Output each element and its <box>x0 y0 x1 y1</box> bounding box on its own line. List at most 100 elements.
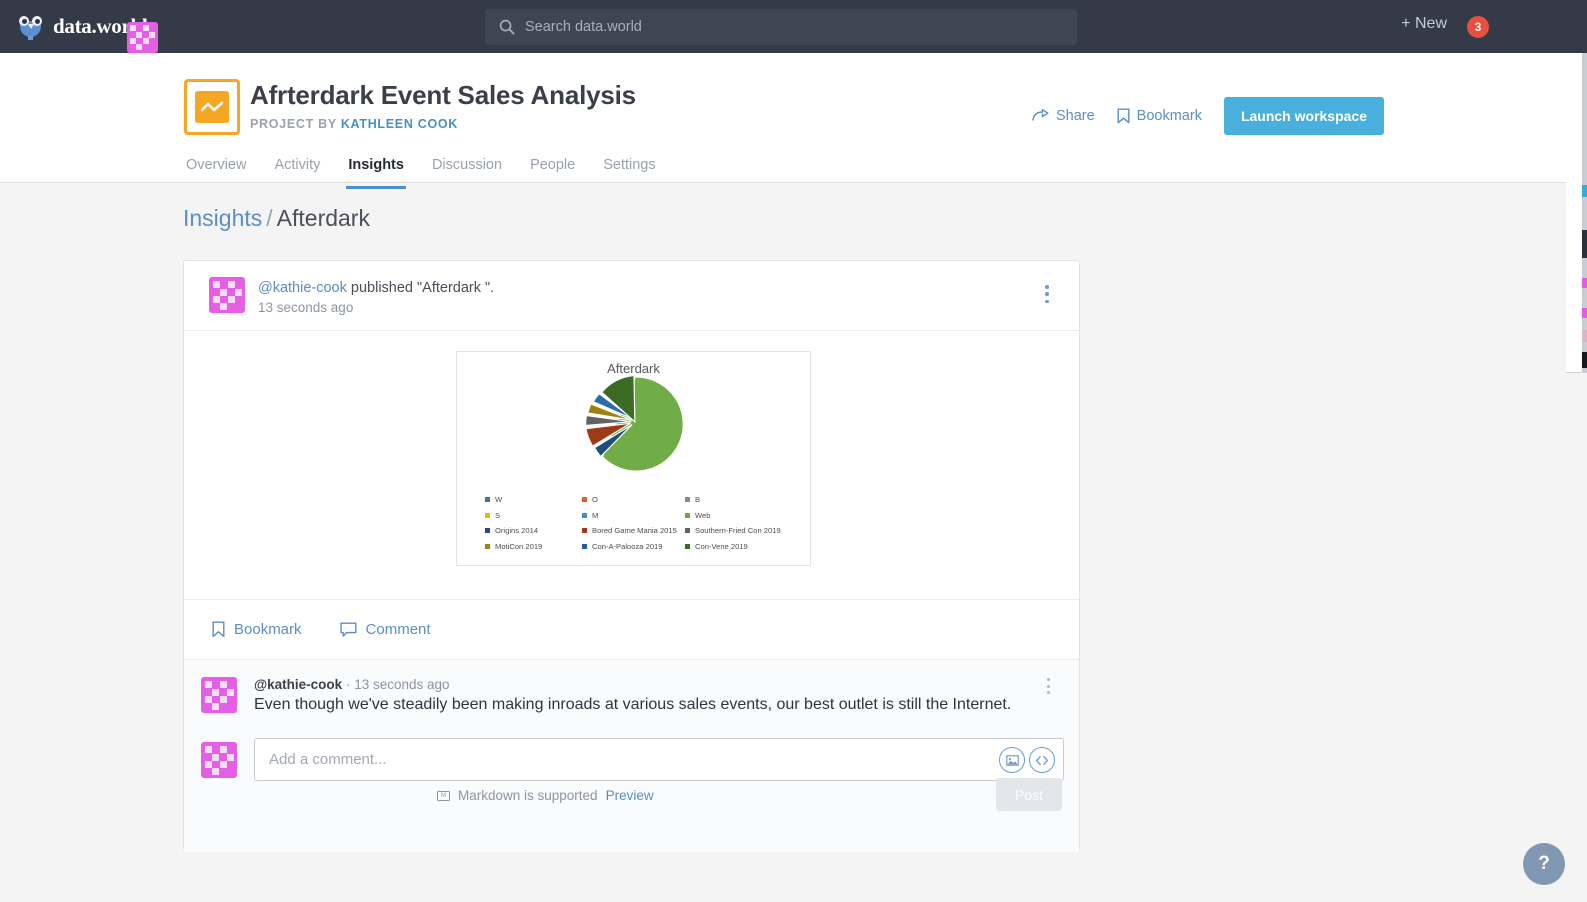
legend-swatch <box>582 512 587 518</box>
publish-text: published "Afterdark ". <box>346 280 495 296</box>
share-button[interactable]: Share <box>1032 108 1095 124</box>
tab-insights[interactable]: Insights <box>346 149 406 189</box>
publish-timestamp: 13 seconds ago <box>258 300 354 315</box>
current-user-avatar[interactable] <box>201 742 237 778</box>
legend-swatch <box>485 528 490 533</box>
breadcrumb-separator: / <box>266 205 273 231</box>
tab-activity[interactable]: Activity <box>272 149 322 189</box>
legend-label: Con-Vene 2019 <box>695 541 748 551</box>
legend-label: S <box>495 510 501 520</box>
legend-label: Web <box>695 510 711 520</box>
comment-timestamp: 13 seconds ago <box>354 677 450 692</box>
legend-item: Web <box>685 511 787 520</box>
legend-label: Bored Game Mania 2015 <box>592 526 677 535</box>
pie-chart-svg <box>584 374 684 472</box>
comment-body: Even though we've steadily been making i… <box>254 696 1012 713</box>
markdown-hint-label: Markdown is supported <box>458 788 598 803</box>
comment-author-link[interactable]: @kathie-cook <box>254 677 342 692</box>
comment-meta-dot: · <box>345 677 351 692</box>
chart-legend: W O B S M Web Origins 2014 Bored Game Ma… <box>485 495 787 551</box>
insight-chart: Afterdark W O B S M Web Origins 2014 Bor… <box>456 351 811 566</box>
pie-plot-area <box>457 374 810 482</box>
help-button[interactable]: ? <box>1523 843 1565 885</box>
project-header: Afrterdark Event Sales Analysis PROJECT … <box>0 53 1566 189</box>
legend-item: B <box>685 495 787 504</box>
insight-bookmark-label: Bookmark <box>234 621 302 638</box>
user-avatar[interactable] <box>127 22 159 53</box>
top-navigation-bar: data.world Search data.world + New 3 <box>0 0 1566 53</box>
legend-label: B <box>695 495 701 504</box>
project-owner-link[interactable]: KATHLEEN COOK <box>341 117 458 131</box>
post-comment-button[interactable]: Post <box>996 778 1062 811</box>
comment-author-avatar[interactable] <box>201 677 237 713</box>
insight-menu-button[interactable] <box>1037 283 1057 305</box>
legend-swatch <box>685 543 690 549</box>
tab-settings[interactable]: Settings <box>601 149 657 189</box>
legend-item: S <box>485 511 582 520</box>
breadcrumb-current: Afterdark <box>276 205 370 231</box>
author-handle-link[interactable]: @kathie-cook <box>258 280 347 296</box>
insight-bookmark-button[interactable]: Bookmark <box>212 621 302 638</box>
share-arrow-icon <box>1032 109 1049 121</box>
breadcrumb-insights-link[interactable]: Insights <box>183 205 262 231</box>
legend-item: MotiCon 2019 <box>485 542 582 551</box>
legend-item: Southern-Fried Con 2019 <box>685 526 787 535</box>
legend-swatch <box>685 497 690 502</box>
notification-badge[interactable]: 3 <box>1467 16 1489 38</box>
publish-line: @kathie-cook published "Afterdark ". <box>258 280 494 296</box>
comments-section: @kathie-cook · 13 seconds ago Even thoug… <box>184 659 1079 852</box>
search-placeholder: Search data.world <box>525 19 642 35</box>
insert-image-icon[interactable] <box>999 747 1025 773</box>
legend-swatch <box>685 512 690 518</box>
insert-code-icon[interactable] <box>1029 747 1055 773</box>
bookmark-label: Bookmark <box>1136 108 1202 124</box>
legend-item: M <box>582 511 685 520</box>
launch-workspace-button[interactable]: Launch workspace <box>1223 97 1384 135</box>
breadcrumb: Insights / Afterdark <box>183 205 370 232</box>
legend-item: Origins 2014 <box>485 526 582 535</box>
preview-link[interactable]: Preview <box>606 788 654 803</box>
markdown-icon: M <box>437 790 450 801</box>
chart-line-icon <box>195 91 229 123</box>
project-icon <box>184 79 240 135</box>
comment-input[interactable]: Add a comment... <box>254 738 1064 781</box>
markdown-hint-row: M Markdown is supported Preview <box>437 788 654 803</box>
insight-comment-button[interactable]: Comment <box>339 621 431 638</box>
share-label: Share <box>1055 108 1095 124</box>
legend-swatch <box>485 543 490 549</box>
legend-item: Bored Game Mania 2015 <box>582 526 685 535</box>
tab-discussion[interactable]: Discussion <box>430 149 504 189</box>
comment-bubble-icon <box>339 622 357 637</box>
legend-item: Con-Vene 2019 <box>685 542 787 551</box>
page-title: Afrterdark Event Sales Analysis <box>250 80 636 110</box>
legend-swatch <box>582 528 587 533</box>
comment-placeholder: Add a comment... <box>269 751 387 768</box>
author-avatar[interactable] <box>209 277 245 313</box>
legend-item: Con-A-Palooza 2019 <box>582 542 685 551</box>
legend-label: W <box>495 495 503 504</box>
legend-swatch <box>485 512 490 518</box>
legend-label: Con-A-Palooza 2019 <box>592 541 663 551</box>
bookmark-icon <box>1117 108 1130 124</box>
comment-menu-button[interactable] <box>1039 676 1057 696</box>
insight-card-header: @kathie-cook published "Afterdark ". 13 … <box>184 261 1079 331</box>
legend-item: W <box>485 495 582 504</box>
project-header-actions: Share Bookmark Launch workspace <box>1032 97 1384 135</box>
tab-overview[interactable]: Overview <box>184 149 248 189</box>
search-input[interactable]: Search data.world <box>485 9 1077 45</box>
legend-swatch <box>582 497 587 502</box>
comment-meta: @kathie-cook · 13 seconds ago <box>254 677 450 692</box>
insight-actions: Bookmark Comment <box>184 599 1079 659</box>
new-button[interactable]: + New <box>1401 15 1447 33</box>
owl-logo-icon <box>18 15 43 40</box>
legend-swatch <box>582 543 587 549</box>
bookmark-button[interactable]: Bookmark <box>1117 108 1202 124</box>
insight-card: @kathie-cook published "Afterdark ". 13 … <box>183 260 1080 852</box>
comment-input-tools <box>999 747 1055 773</box>
project-owner-line: PROJECT BY KATHLEEN COOK <box>250 117 458 131</box>
tab-people[interactable]: People <box>528 149 577 189</box>
legend-label: M <box>592 510 599 520</box>
legend-label: Southern-Fried Con 2019 <box>695 526 781 535</box>
legend-swatch <box>485 497 490 502</box>
search-icon <box>499 19 515 35</box>
